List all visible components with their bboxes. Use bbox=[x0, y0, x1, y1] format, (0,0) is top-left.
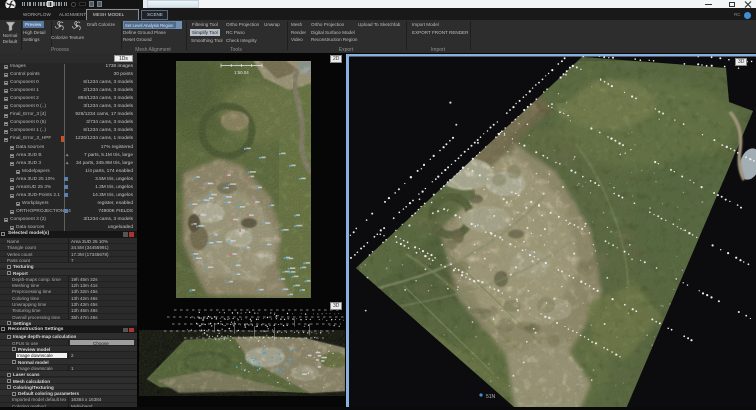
svg-text:51N: 51N bbox=[486, 394, 496, 400]
svg-text:1:50.04: 1:50.04 bbox=[234, 70, 249, 75]
